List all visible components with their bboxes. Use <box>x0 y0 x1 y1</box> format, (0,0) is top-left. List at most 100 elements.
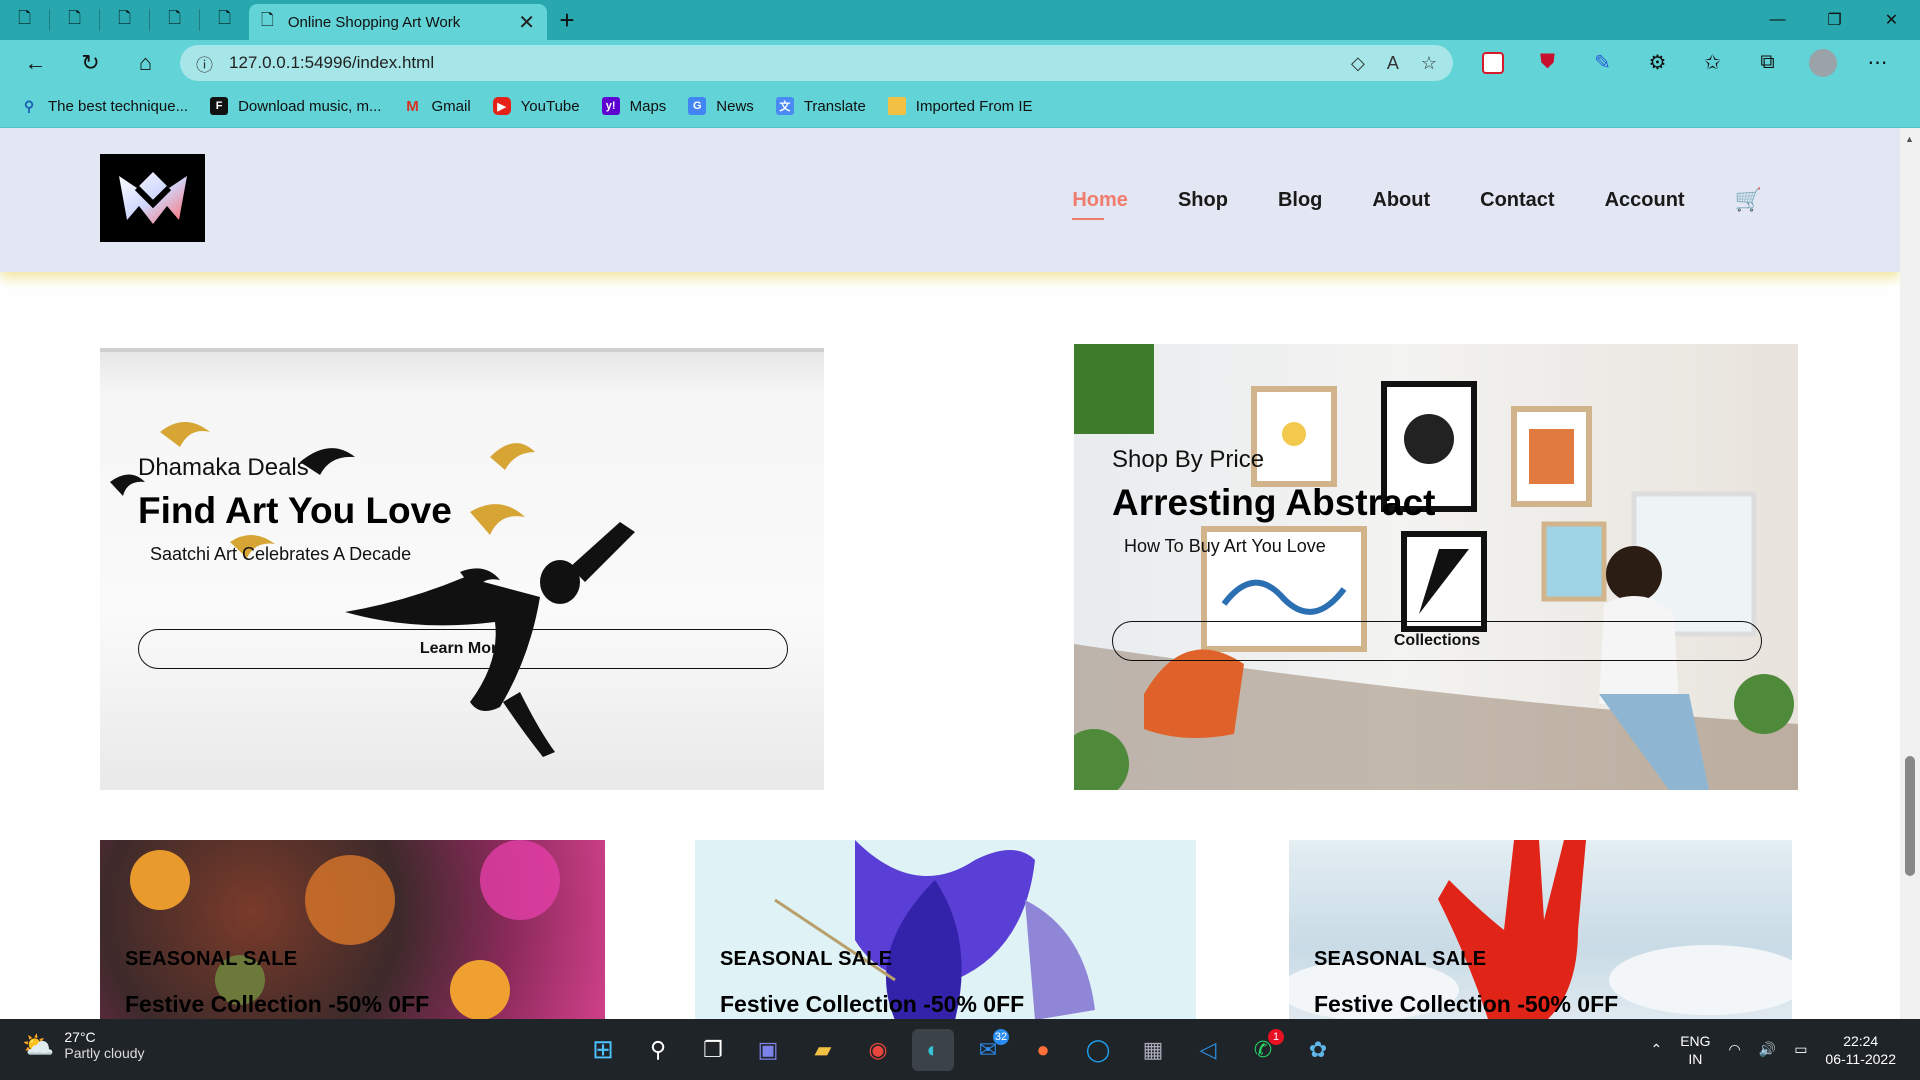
folder-icon <box>887 97 906 115</box>
profile-avatar[interactable] <box>1795 48 1850 77</box>
home-button[interactable]: ⌂ <box>118 40 173 85</box>
window-controls: — ❐ ✕ <box>1749 0 1920 40</box>
pinned-tab-4[interactable]: 🗋 <box>150 0 199 40</box>
clock[interactable]: 22:24 06-11-2022 <box>1825 1032 1896 1068</box>
bookmark-item[interactable]: F Download music, m... <box>210 97 381 115</box>
banner-arresting-abstract: Shop By Price Arresting Abstract How To … <box>1074 344 1798 790</box>
bookmark-item[interactable]: M Gmail <box>403 97 470 115</box>
bookmark-item[interactable]: y! Maps <box>601 97 666 115</box>
firefox-icon: ● <box>1036 1036 1050 1062</box>
card-title: Festive Collection -50% 0FF <box>125 991 430 1017</box>
card-text: SEASONAL SALE Festive Collection -50% 0F… <box>125 948 429 1018</box>
whatsapp-badge: 1 <box>1268 1028 1284 1045</box>
pinned-tab-5[interactable]: 🗋 <box>200 0 249 40</box>
extension-pocket-icon[interactable]: ▾ <box>1465 51 1520 74</box>
more-menu-icon[interactable]: ⋯ <box>1850 50 1905 75</box>
bookmark-item[interactable]: 文 Translate <box>775 97 866 115</box>
yahoo-icon: y! <box>601 97 620 115</box>
bookmark-item[interactable]: ▶ YouTube <box>492 97 580 115</box>
search-button[interactable]: ⚲ <box>637 1029 679 1071</box>
mail-button[interactable]: ✉ 32 <box>967 1028 1009 1071</box>
paint-app-button[interactable]: ✿ <box>1297 1029 1339 1071</box>
card-text: SEASONAL SALE Festive Collection -50% 0F… <box>1314 948 1618 1018</box>
sale-card[interactable]: SEASONAL SALE Festive Collection -50% 0F… <box>695 840 1196 1019</box>
task-view-button[interactable]: ❐ <box>692 1029 734 1071</box>
tag-icon[interactable]: ◇ <box>1351 53 1365 74</box>
url-text[interactable]: 127.0.0.1:54996/index.html <box>229 53 1329 73</box>
chevron-up-icon[interactable]: ⌃ <box>1650 1041 1662 1058</box>
pinned-tab-1[interactable]: 🗋 <box>0 0 49 40</box>
read-aloud-icon[interactable]: A <box>1387 53 1399 74</box>
close-tab-icon[interactable]: ✕ <box>518 10 535 35</box>
nav-contact-link[interactable]: Contact <box>1480 189 1554 212</box>
cart-icon[interactable]: 🛒 <box>1735 187 1762 213</box>
sale-card[interactable]: SEASONAL SALE Festive Collection -50% 0F… <box>1289 840 1792 1019</box>
mail-badge: 32 <box>993 1028 1009 1045</box>
edge-button[interactable]: ◐ <box>912 1028 954 1071</box>
teams-chat-button[interactable]: ▣ <box>747 1029 789 1071</box>
extensions-icon[interactable]: ⚙ <box>1630 50 1685 75</box>
file-explorer-button[interactable]: ▰ <box>802 1029 844 1071</box>
nav-shop-link[interactable]: Shop <box>1178 189 1228 212</box>
cortana-icon: ◯ <box>1085 1036 1111 1062</box>
favorites-icon[interactable]: ✩ <box>1685 50 1740 75</box>
collections-button[interactable]: Collections <box>1112 621 1762 661</box>
windows-logo-icon: ⊞ <box>592 1034 614 1064</box>
pinned-tab-2[interactable]: 🗋 <box>50 0 99 40</box>
wifi-icon[interactable]: ◠ <box>1729 1041 1741 1058</box>
page-icon: 🗋 <box>261 11 274 29</box>
site-info-icon[interactable]: ⓘ <box>196 51 213 76</box>
card-title: Festive Collection -50% 0FF <box>1314 991 1619 1017</box>
language-indicator[interactable]: ENG IN <box>1680 1032 1710 1068</box>
page-icon: 🗋 <box>218 9 231 27</box>
bookmark-folder[interactable]: Imported From IE <box>887 97 1033 115</box>
collections-icon[interactable]: ⧉ <box>1740 51 1795 74</box>
cortana-button[interactable]: ◯ <box>1077 1029 1119 1071</box>
firefox-button[interactable]: ● <box>1022 1029 1064 1071</box>
card-label: SEASONAL SALE <box>720 948 893 970</box>
active-tab[interactable]: 🗋 Online Shopping Art Work ✕ <box>249 4 547 40</box>
nav-about-link[interactable]: About <box>1372 189 1430 212</box>
close-window-button[interactable]: ✕ <box>1863 0 1920 40</box>
start-button[interactable]: ⊞ <box>582 1029 624 1071</box>
web-page: Home Shop Blog About Contact Account 🛒 D… <box>0 128 1900 1019</box>
bookmark-item[interactable]: G News <box>688 97 754 115</box>
bookmark-item[interactable]: ⚲ The best technique... <box>20 97 188 115</box>
nav-blog-link[interactable]: Blog <box>1278 189 1322 212</box>
sale-card[interactable]: SEASONAL SALE Festive Collection -50% 0F… <box>100 840 605 1019</box>
minimize-button[interactable]: — <box>1749 0 1806 40</box>
address-bar[interactable]: ⓘ 127.0.0.1:54996/index.html ◇ A ☆ <box>180 45 1453 81</box>
extension-shield-icon[interactable]: ⛊ <box>1520 51 1575 74</box>
refresh-button[interactable]: ↻ <box>63 40 118 85</box>
restore-button[interactable]: ❐ <box>1806 0 1863 40</box>
nav-account-link[interactable]: Account <box>1605 189 1685 212</box>
folder-icon: ▰ <box>814 1036 832 1062</box>
new-tab-button[interactable]: + <box>547 5 587 36</box>
banner-headline: Find Art You Love <box>138 490 452 531</box>
page-icon: 🗋 <box>18 9 31 27</box>
add-favorite-icon[interactable]: ☆ <box>1421 53 1437 74</box>
pinned-tab-3[interactable]: 🗋 <box>100 0 149 40</box>
vscode-button[interactable]: ◁ <box>1187 1029 1229 1071</box>
banner-eyebrow: Dhamaka Deals <box>138 454 309 481</box>
whatsapp-button[interactable]: ✆ 1 <box>1242 1028 1284 1071</box>
media-app-button[interactable]: ▦ <box>1132 1029 1174 1071</box>
volume-icon[interactable]: 🔊 <box>1759 1041 1776 1058</box>
nav-home-link[interactable]: Home <box>1072 189 1128 220</box>
address-toolbar: ← ↻ ⌂ ⓘ 127.0.0.1:54996/index.html ◇ A ☆… <box>0 40 1920 85</box>
battery-icon[interactable]: ▭ <box>1794 1041 1807 1058</box>
site-logo[interactable] <box>100 154 205 242</box>
scroll-up-arrow-icon[interactable]: ▲ <box>1905 134 1914 144</box>
f-logo-icon: F <box>210 97 229 115</box>
page-scrollbar[interactable]: ▲ <box>1900 128 1920 1019</box>
learn-more-button[interactable]: Learn More <box>138 629 788 669</box>
weather-widget[interactable]: ⛅ 27°C Partly cloudy <box>22 1029 145 1061</box>
paint-icon: ✿ <box>1308 1036 1328 1062</box>
back-button[interactable]: ← <box>8 40 63 85</box>
scrollbar-thumb[interactable] <box>1905 756 1915 876</box>
chrome-button[interactable]: ◉ <box>857 1029 899 1071</box>
search-icon: ⚲ <box>23 97 35 114</box>
main-nav: Home Shop Blog About Contact Account 🛒 <box>1072 128 1762 272</box>
extension-pen-icon[interactable]: ✎ <box>1575 50 1630 75</box>
banner-text: Dhamaka Deals Find Art You Love Saatchi … <box>138 454 788 669</box>
